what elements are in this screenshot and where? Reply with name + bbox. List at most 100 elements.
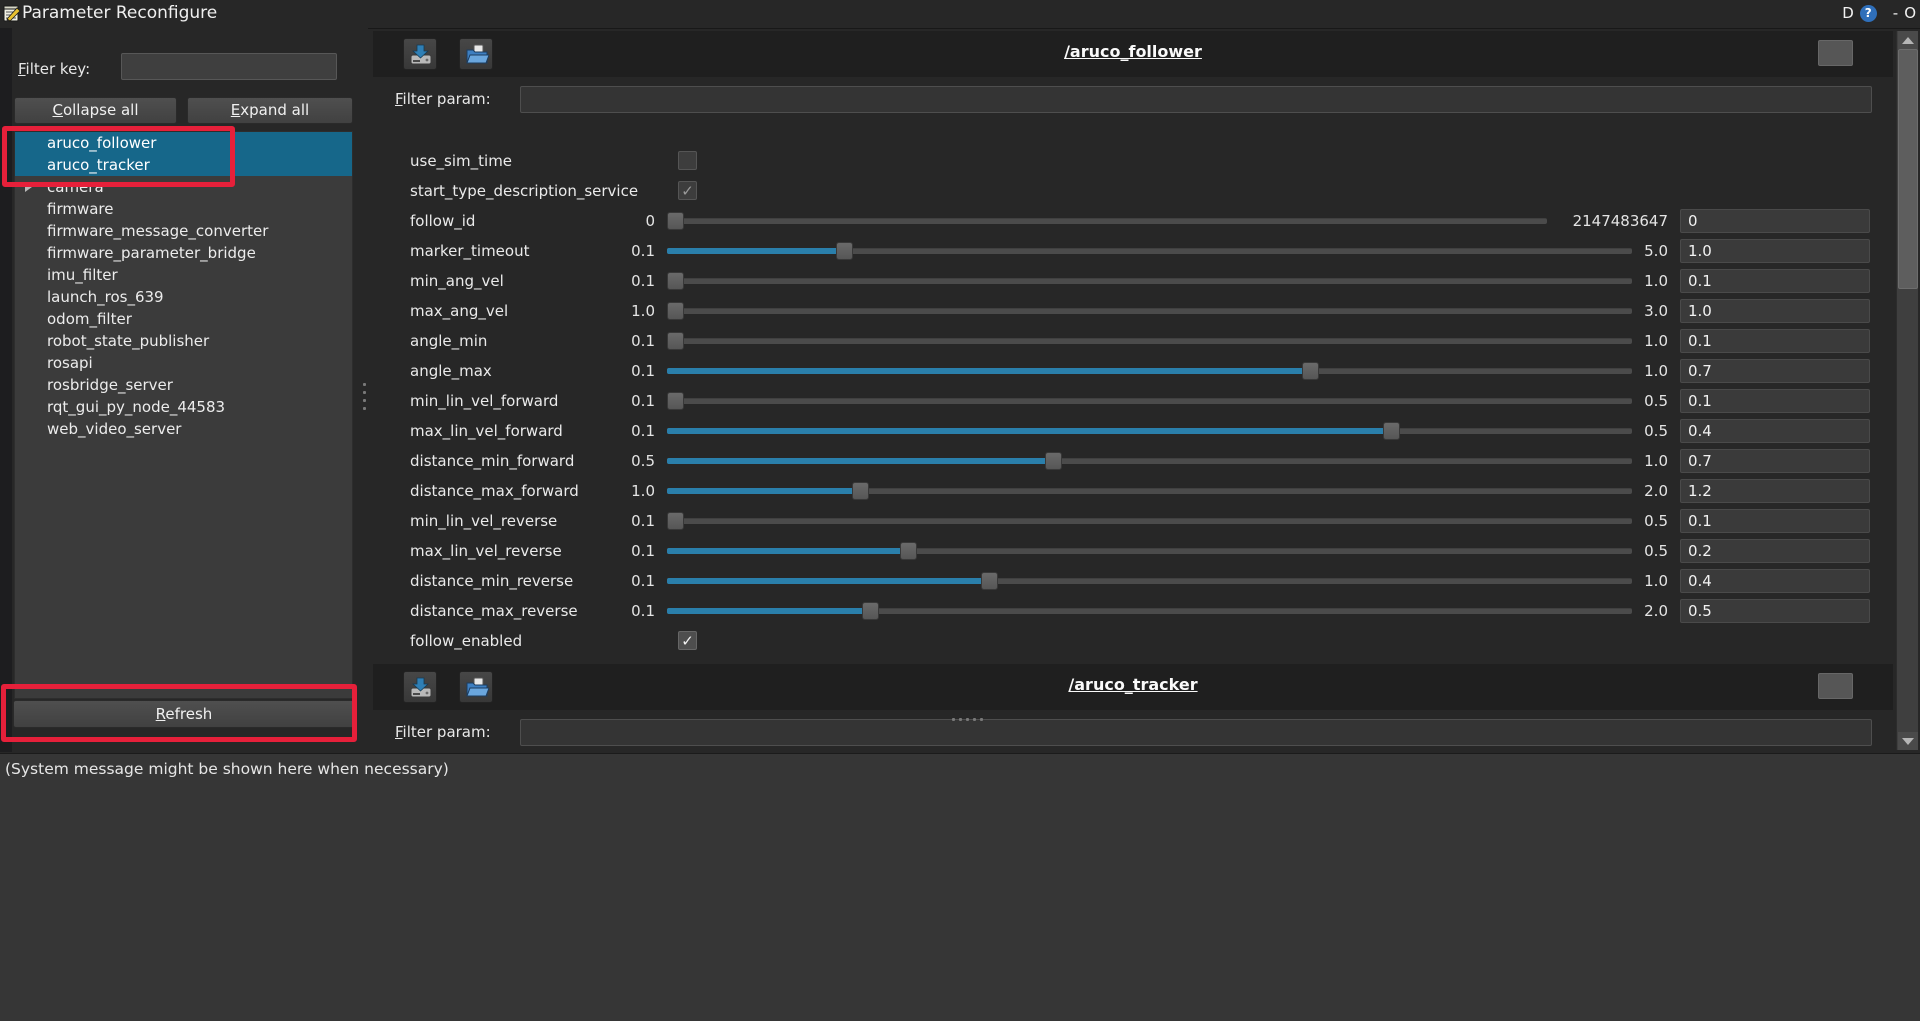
node-close-button[interactable]: [1818, 40, 1853, 66]
restore-button[interactable]: O: [1904, 4, 1916, 22]
param-slider[interactable]: [667, 398, 1632, 404]
dock-control[interactable]: D: [1842, 4, 1854, 22]
slider-handle[interactable]: [667, 302, 684, 320]
tree-item-odom_filter[interactable]: odom_filter: [15, 308, 352, 330]
tree-item-rosapi[interactable]: rosapi: [15, 352, 352, 374]
param-row-follow_enabled: follow_enabled ✓: [373, 626, 1893, 656]
tree-item-launch_ros_639[interactable]: launch_ros_639: [15, 286, 352, 308]
param-value-input[interactable]: 0.7: [1680, 449, 1870, 473]
node-close-button[interactable]: [1818, 673, 1853, 699]
slider-handle[interactable]: [1045, 452, 1062, 470]
slider-fill: [667, 248, 840, 254]
horizontal-splitter-handle[interactable]: [952, 718, 983, 722]
slider-handle[interactable]: [667, 392, 684, 410]
refresh-button[interactable]: Refresh: [13, 700, 355, 728]
param-slider[interactable]: [667, 608, 1632, 614]
filter-param-input[interactable]: [520, 86, 1872, 113]
node-tree[interactable]: aruco_follower aruco_tracker camera firm…: [14, 131, 353, 699]
param-value-input[interactable]: 1.2: [1680, 479, 1870, 503]
scrollbar-thumb[interactable]: [1898, 49, 1918, 289]
window-title: Parameter Reconfigure: [22, 3, 217, 23]
param-value-input[interactable]: 0.2: [1680, 539, 1870, 563]
param-checkbox[interactable]: ✓: [678, 181, 697, 200]
param-min-value: 0.1: [543, 326, 655, 356]
expand-arrow-icon[interactable]: [25, 182, 32, 192]
tree-item-camera[interactable]: camera: [15, 176, 352, 198]
param-row-max_ang_vel: max_ang_vel 1.0 3.0 1.0: [373, 296, 1893, 326]
param-slider[interactable]: [667, 428, 1632, 434]
param-slider[interactable]: [667, 458, 1632, 464]
tree-item-robot_state_publisher[interactable]: robot_state_publisher: [15, 330, 352, 352]
param-value-input[interactable]: 0.4: [1680, 569, 1870, 593]
param-value-input[interactable]: 1.0: [1680, 239, 1870, 263]
param-value-input[interactable]: 0.1: [1680, 509, 1870, 533]
param-value-input[interactable]: 0.1: [1680, 329, 1870, 353]
slider-handle[interactable]: [667, 212, 684, 230]
slider-handle[interactable]: [862, 602, 879, 620]
filter-key-input[interactable]: [121, 53, 337, 80]
vertical-splitter-handle[interactable]: [362, 383, 366, 423]
system-message-text: (System message might be shown here when…: [5, 760, 449, 778]
param-min-value: 0.1: [543, 386, 655, 416]
param-row-distance_min_forward: distance_min_forward 0.5 1.0 0.7: [373, 446, 1893, 476]
minimize-button[interactable]: -: [1893, 4, 1898, 22]
param-value-input[interactable]: 1.0: [1680, 299, 1870, 323]
tree-item-imu_filter[interactable]: imu_filter: [15, 264, 352, 286]
param-slider[interactable]: [667, 248, 1632, 254]
collapse-all-button[interactable]: Collapse all: [14, 97, 177, 124]
tree-item-aruco_tracker[interactable]: aruco_tracker: [15, 154, 352, 176]
param-max-value: 0.5: [1513, 536, 1668, 566]
tree-item-web_video_server[interactable]: web_video_server: [15, 418, 352, 440]
tree-item-label: firmware: [47, 200, 114, 218]
param-value-input[interactable]: 0.1: [1680, 269, 1870, 293]
slider-fill: [667, 458, 1049, 464]
scroll-up-button[interactable]: [1898, 31, 1918, 49]
tree-item-aruco_follower[interactable]: aruco_follower: [15, 132, 352, 154]
slider-handle[interactable]: [900, 542, 917, 560]
param-slider[interactable]: [667, 218, 1547, 224]
filter-param-label-rest: ilter param:: [403, 90, 491, 108]
param-slider[interactable]: [667, 518, 1632, 524]
param-slider[interactable]: [667, 488, 1632, 494]
node-title[interactable]: /aruco_follower: [373, 42, 1893, 61]
param-value-input[interactable]: 0.4: [1680, 419, 1870, 443]
tree-item-label: camera: [47, 178, 104, 196]
param-slider[interactable]: [667, 278, 1632, 284]
slider-handle[interactable]: [667, 512, 684, 530]
node-title[interactable]: /aruco_tracker: [373, 675, 1893, 694]
slider-handle[interactable]: [1383, 422, 1400, 440]
tree-item-firmware_message_converter[interactable]: firmware_message_converter: [15, 220, 352, 242]
param-slider[interactable]: [667, 548, 1632, 554]
param-min-value: 0.1: [543, 506, 655, 536]
param-name: max_lin_vel_reverse: [410, 536, 562, 566]
filter-param-input[interactable]: [520, 719, 1872, 746]
slider-handle[interactable]: [667, 272, 684, 290]
param-checkbox[interactable]: ✓: [678, 151, 697, 170]
param-slider[interactable]: [667, 308, 1632, 314]
tree-item-firmware_parameter_bridge[interactable]: firmware_parameter_bridge: [15, 242, 352, 264]
tree-item-firmware[interactable]: firmware: [15, 198, 352, 220]
slider-handle[interactable]: [836, 242, 853, 260]
slider-fill: [667, 428, 1387, 434]
vertical-scrollbar[interactable]: [1896, 31, 1918, 750]
tree-item-rqt_gui_py_node_44583[interactable]: rqt_gui_py_node_44583: [15, 396, 352, 418]
param-value-input[interactable]: 0.5: [1680, 599, 1870, 623]
tree-item-rosbridge_server[interactable]: rosbridge_server: [15, 374, 352, 396]
param-row-min_lin_vel_forward: min_lin_vel_forward 0.1 0.5 0.1: [373, 386, 1893, 416]
param-max-value: 1.0: [1513, 326, 1668, 356]
param-checkbox[interactable]: ✓: [678, 631, 697, 650]
slider-handle[interactable]: [981, 572, 998, 590]
slider-handle[interactable]: [852, 482, 869, 500]
param-slider[interactable]: [667, 338, 1632, 344]
param-slider[interactable]: [667, 578, 1632, 584]
param-value-input[interactable]: 0: [1680, 209, 1870, 233]
scroll-down-button[interactable]: [1898, 732, 1918, 750]
checkmark-icon: ✓: [681, 632, 694, 650]
slider-handle[interactable]: [1302, 362, 1319, 380]
help-icon[interactable]: ?: [1860, 5, 1877, 22]
param-value-input[interactable]: 0.1: [1680, 389, 1870, 413]
param-slider[interactable]: [667, 368, 1632, 374]
slider-handle[interactable]: [667, 332, 684, 350]
param-value-input[interactable]: 0.7: [1680, 359, 1870, 383]
expand-all-button[interactable]: Expand all: [187, 97, 353, 124]
